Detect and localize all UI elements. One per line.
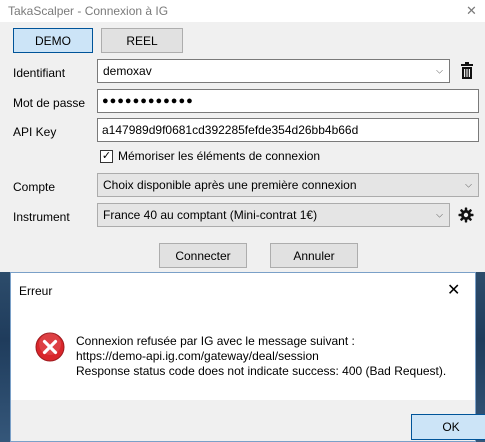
compte-value: Choix disponible après une première conn… xyxy=(103,178,357,192)
connect-button[interactable]: Connecter xyxy=(159,243,247,268)
window-title: TakaScalper - Connexion à IG xyxy=(8,4,169,18)
error-message: Connexion refusée par IG avec le message… xyxy=(76,334,446,379)
instrument-value: France 40 au comptant (Mini-contrat 1€) xyxy=(103,208,318,222)
error-line-3: Response status code does not indicate s… xyxy=(76,364,447,378)
title-bar: TakaScalper - Connexion à IG ✕ xyxy=(0,0,485,22)
error-dialog: Erreur ✕ Connexion refusée par IG avec l… xyxy=(10,272,485,442)
dialog-title-bar: Erreur ✕ xyxy=(11,273,475,308)
instrument-select[interactable]: France 40 au comptant (Mini-contrat 1€) … xyxy=(97,203,450,227)
chevron-down-icon: ⌵ xyxy=(465,179,472,190)
compte-label: Compte xyxy=(13,180,56,194)
identifiant-value: demoxav xyxy=(103,64,152,78)
chevron-down-icon: ⌵ xyxy=(436,209,443,220)
compte-select[interactable]: Choix disponible après une première conn… xyxy=(97,173,479,197)
identifiant-label: Identifiant xyxy=(13,66,66,80)
apikey-field[interactable]: a147989d9f0681cd392285fefde354d26bb4b66d xyxy=(97,118,479,142)
error-icon xyxy=(35,332,65,362)
login-window: TakaScalper - Connexion à IG ✕ DEMO REEL… xyxy=(0,0,485,272)
password-field[interactable]: ●●●●●●●●●●●● xyxy=(97,89,479,113)
ok-button[interactable]: OK xyxy=(411,414,485,440)
close-icon[interactable]: ✕ xyxy=(447,280,460,300)
apikey-label: API Key xyxy=(13,125,57,139)
reel-button[interactable]: REEL xyxy=(101,28,183,53)
instrument-label: Instrument xyxy=(13,210,70,224)
gear-icon[interactable] xyxy=(458,207,474,223)
error-line-2: https://demo-api.ig.com/gateway/deal/ses… xyxy=(76,349,319,363)
trash-icon[interactable] xyxy=(460,62,474,80)
chevron-down-icon: ⌵ xyxy=(436,65,443,76)
demo-button[interactable]: DEMO xyxy=(13,28,93,53)
dialog-body: Connexion refusée par IG avec le message… xyxy=(11,308,475,400)
checkmark-icon: ✓ xyxy=(101,150,112,162)
dialog-title: Erreur xyxy=(19,284,53,298)
remember-checkbox[interactable]: ✓ xyxy=(100,150,113,163)
remember-label: Mémoriser les éléments de connexion xyxy=(118,149,321,163)
cancel-button[interactable]: Annuler xyxy=(270,243,358,268)
close-icon[interactable]: ✕ xyxy=(466,3,477,19)
identifiant-combo[interactable]: demoxav ⌵ xyxy=(97,59,450,83)
password-label: Mot de passe xyxy=(13,96,86,110)
error-line-1: Connexion refusée par IG avec le message… xyxy=(76,334,355,348)
